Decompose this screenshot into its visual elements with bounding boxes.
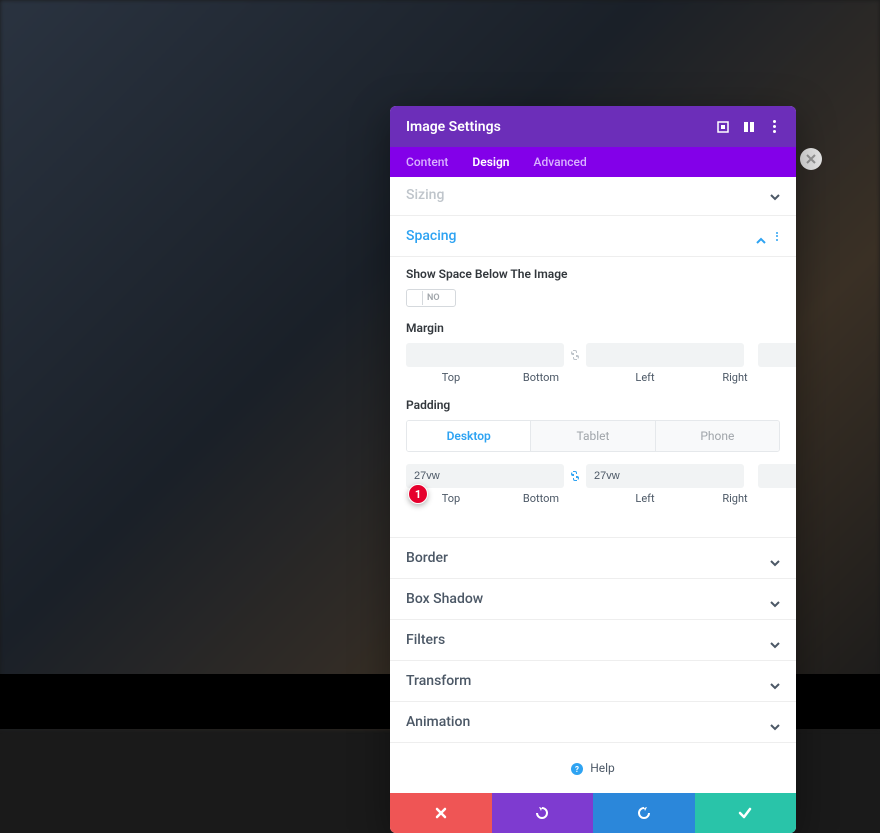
- panel-title: Image Settings: [406, 119, 501, 135]
- section-label-border: Border: [406, 550, 448, 566]
- label-right: Right: [690, 371, 780, 384]
- tab-advanced[interactable]: Advanced: [534, 147, 587, 177]
- margin-bottom-input[interactable]: [586, 343, 744, 367]
- section-label-filters: Filters: [406, 632, 445, 648]
- label-right: Right: [690, 492, 780, 505]
- padding-bottom-input[interactable]: [586, 464, 744, 488]
- panel-footer: [390, 793, 796, 833]
- device-tab-desktop[interactable]: Desktop: [407, 421, 531, 451]
- panel-header[interactable]: Image Settings: [390, 106, 796, 147]
- panel-body: Sizing Spacing Show Space Below The Imag…: [390, 177, 796, 793]
- device-tab-phone[interactable]: Phone: [656, 421, 779, 451]
- margin-top-input[interactable]: [406, 343, 564, 367]
- chevron-down-icon: [770, 594, 780, 604]
- tab-design[interactable]: Design: [472, 147, 509, 177]
- tab-content[interactable]: Content: [406, 147, 448, 177]
- section-box-shadow[interactable]: Box Shadow: [390, 579, 796, 620]
- main-tabs: Content Design Advanced: [390, 147, 796, 177]
- margin-side-labels: TopBottom LeftRight: [406, 371, 780, 384]
- annotation-marker-1: 1: [408, 484, 428, 504]
- link-icon[interactable]: [566, 467, 584, 485]
- close-bubble[interactable]: [800, 148, 822, 170]
- section-label-sizing: Sizing: [406, 187, 444, 203]
- link-icon[interactable]: [566, 346, 584, 364]
- section-menu-icon[interactable]: [774, 230, 780, 243]
- section-sizing[interactable]: Sizing: [390, 177, 796, 216]
- padding-label: Padding: [406, 398, 780, 412]
- chevron-down-icon: [770, 676, 780, 686]
- label-top: Top: [406, 371, 496, 384]
- device-tab-tablet[interactable]: Tablet: [531, 421, 655, 451]
- section-transform[interactable]: Transform: [390, 661, 796, 702]
- padding-inputs: [406, 464, 780, 488]
- label-bottom: Bottom: [496, 371, 586, 384]
- section-spacing-header[interactable]: Spacing: [390, 216, 796, 257]
- help-label: Help: [590, 761, 615, 775]
- cancel-button[interactable]: [390, 793, 492, 833]
- svg-text:?: ?: [575, 765, 579, 774]
- section-label-transform: Transform: [406, 673, 471, 689]
- redo-button[interactable]: [593, 793, 695, 833]
- chevron-down-icon: [770, 190, 780, 200]
- toggle-knob: [407, 291, 423, 305]
- section-spacing-body: Show Space Below The Image NO Margin: [390, 257, 796, 538]
- confirm-button[interactable]: [695, 793, 797, 833]
- section-filters[interactable]: Filters: [390, 620, 796, 661]
- undo-button[interactable]: [492, 793, 594, 833]
- chevron-down-icon: [770, 635, 780, 645]
- settings-panel: Image Settings Content Design Advanced S…: [390, 106, 796, 833]
- label-left: Left: [600, 371, 690, 384]
- padding-side-labels: TopBottom LeftRight: [406, 492, 780, 505]
- chevron-down-icon: [770, 717, 780, 727]
- padding-top-input[interactable]: [406, 464, 564, 488]
- label-bottom: Bottom: [496, 492, 586, 505]
- padding-left-input[interactable]: [758, 464, 796, 488]
- section-label-spacing: Spacing: [406, 228, 457, 244]
- margin-label: Margin: [406, 321, 780, 335]
- margin-inputs: [406, 343, 780, 367]
- section-border[interactable]: Border: [390, 538, 796, 579]
- section-animation[interactable]: Animation: [390, 702, 796, 743]
- chevron-down-icon: [770, 553, 780, 563]
- label-left: Left: [600, 492, 690, 505]
- chevron-up-icon: [756, 231, 766, 241]
- show-space-label: Show Space Below The Image: [406, 267, 780, 281]
- toggle-value: NO: [427, 293, 440, 303]
- device-tabs: Desktop Tablet Phone: [406, 420, 780, 452]
- show-space-toggle[interactable]: NO: [406, 289, 456, 307]
- section-label-box-shadow: Box Shadow: [406, 591, 483, 607]
- help-link[interactable]: ? Help: [390, 743, 796, 793]
- kebab-menu-icon[interactable]: [769, 118, 780, 135]
- margin-left-input[interactable]: [758, 343, 796, 367]
- header-actions: [717, 118, 780, 135]
- section-label-animation: Animation: [406, 714, 470, 730]
- snap-icon[interactable]: [743, 121, 755, 133]
- expand-icon[interactable]: [717, 121, 729, 133]
